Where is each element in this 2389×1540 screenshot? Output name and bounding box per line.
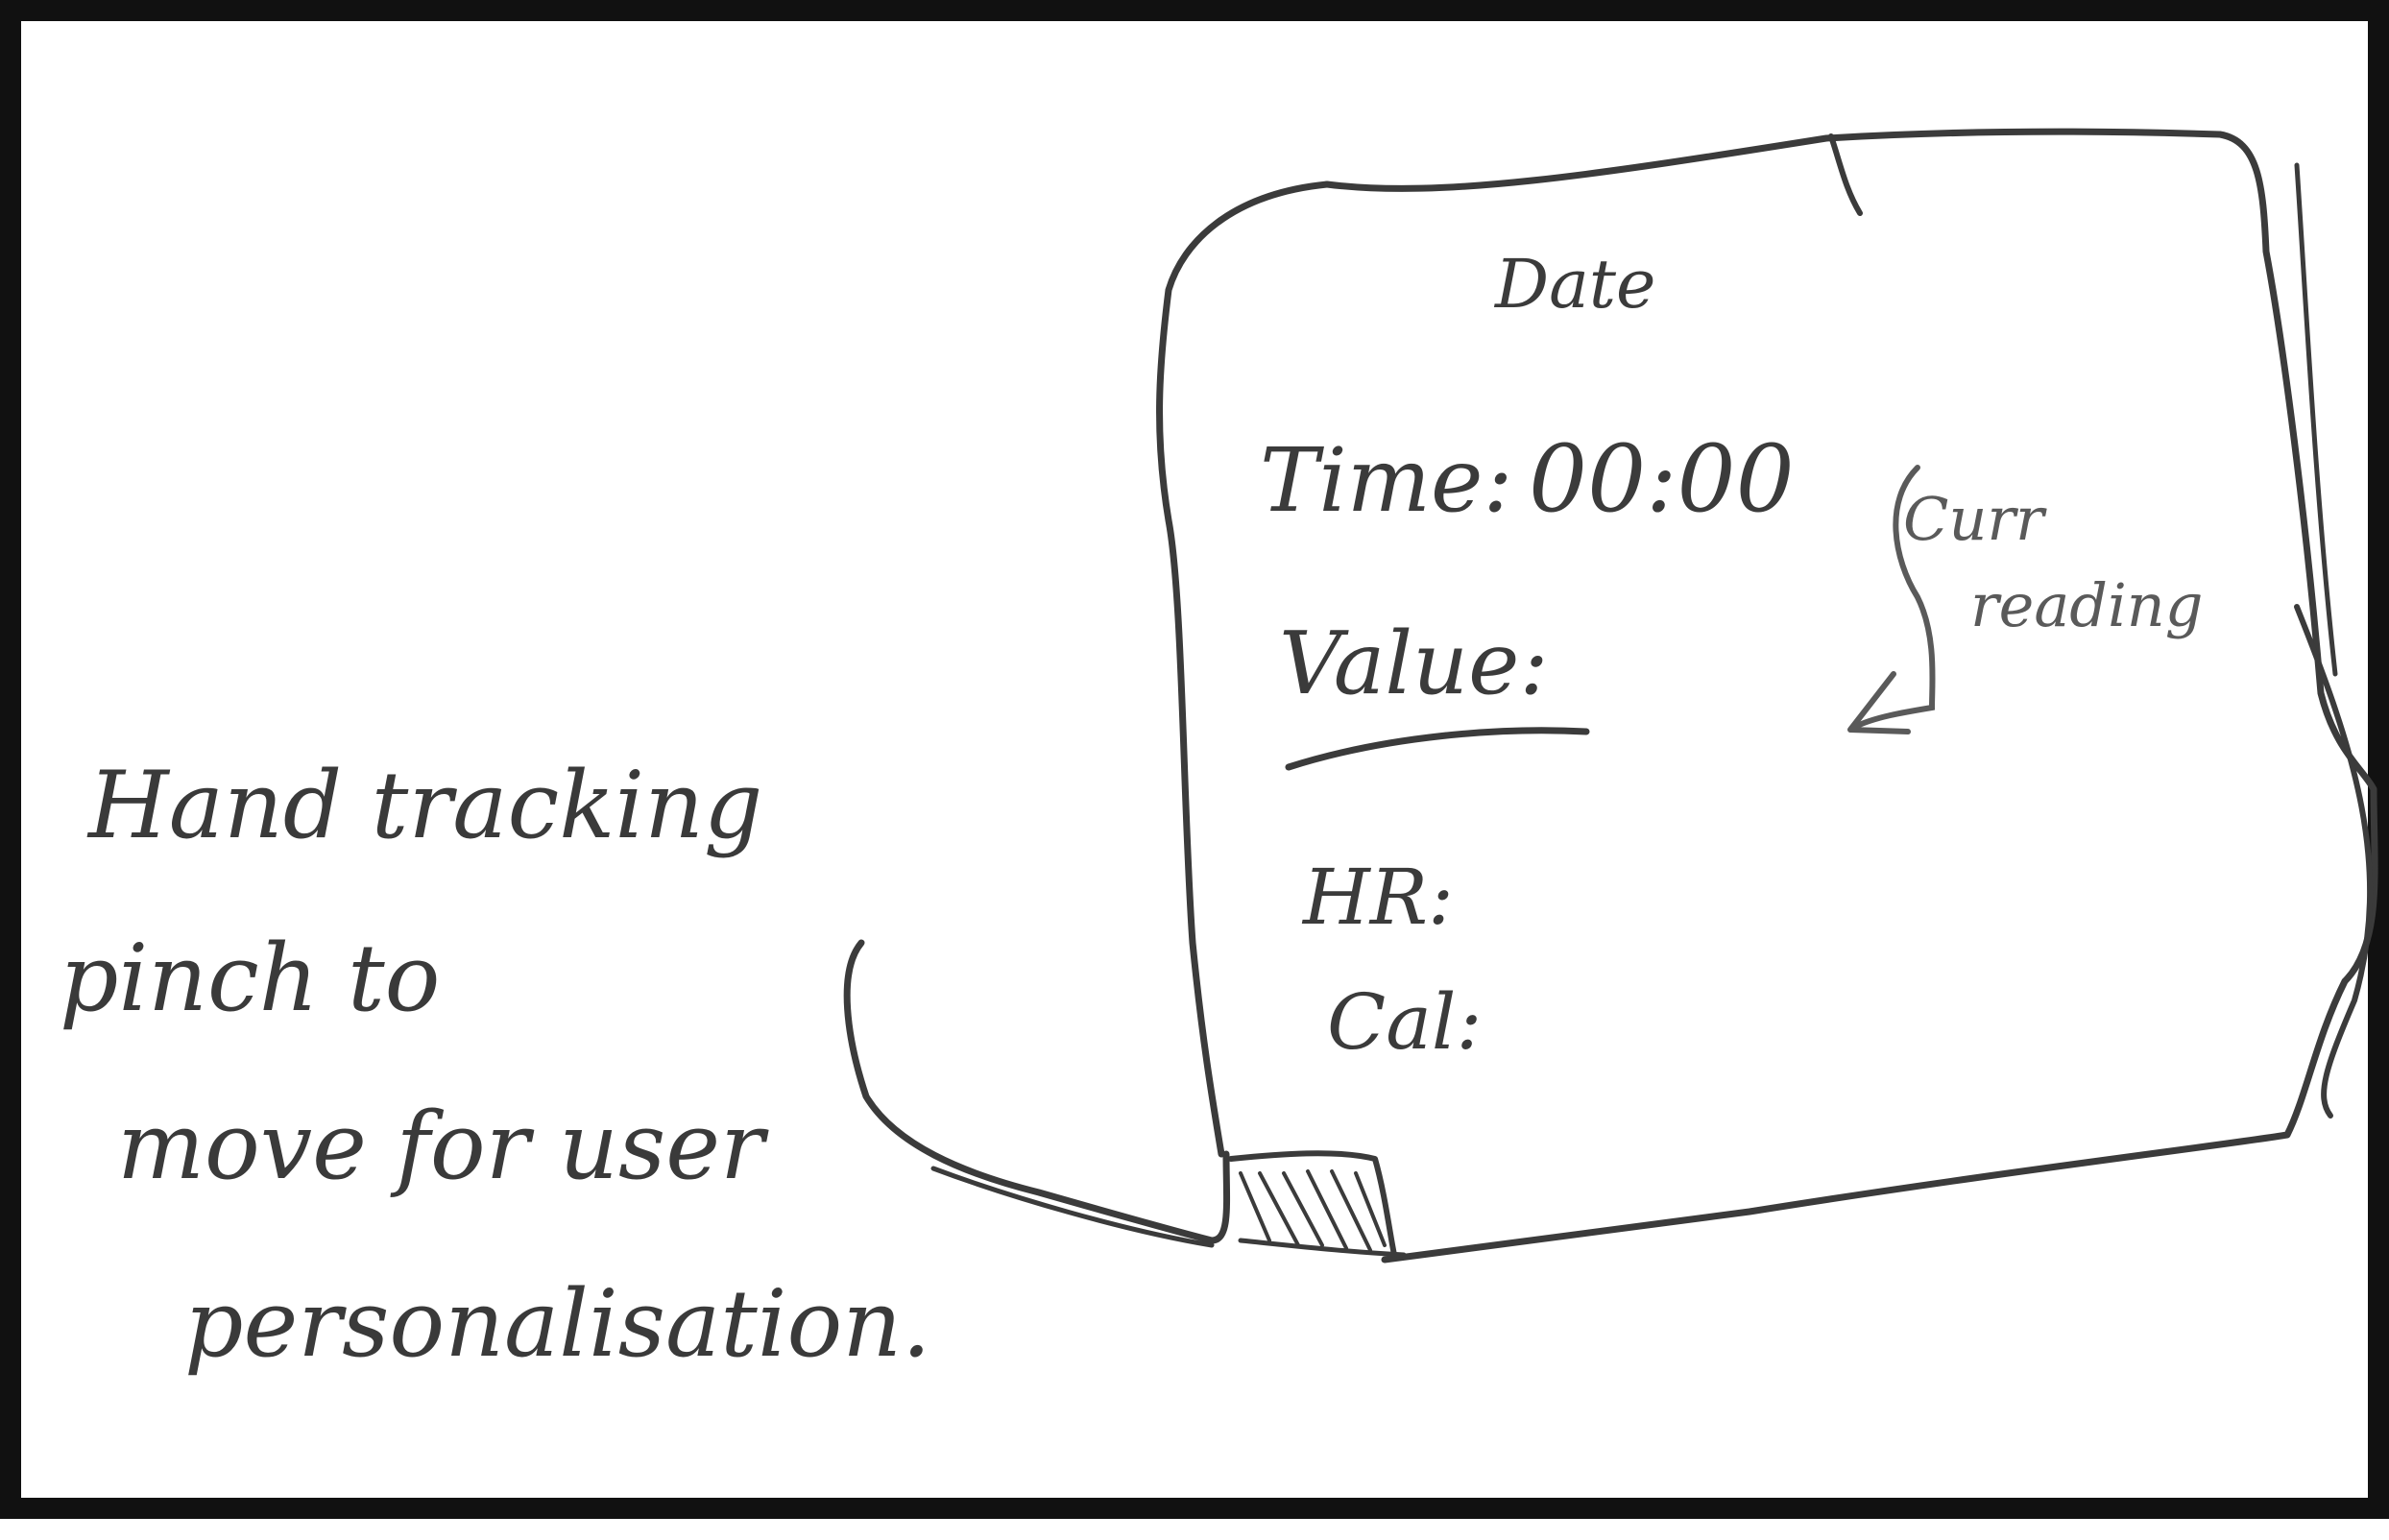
hr-label: HR: (1301, 853, 1454, 942)
sketch-canvas: Hand tracking pinch to move for user per… (60, 128, 2378, 1378)
note-line-1: Hand tracking (86, 752, 762, 859)
time-label: Time: (1260, 429, 1512, 532)
hand-tracking-note: Hand tracking pinch to move for user per… (60, 752, 931, 1378)
card-content: Date Time: 00:00 Value: HR: Cal: (1260, 245, 1795, 1067)
annotation-line-1: Curr (1903, 484, 2047, 554)
note-line-4: personalisation. (184, 1270, 931, 1378)
note-line-2: pinch to (60, 925, 440, 1032)
canvas-frame: Hand tracking pinch to move for user per… (0, 0, 2389, 1519)
time-value: 00:00 (1529, 425, 1795, 533)
arrow-head-icon (1847, 671, 1911, 734)
card-title: Date (1493, 245, 1655, 324)
current-reading-annotation: Curr reading (1847, 465, 2203, 734)
cal-label: Cal: (1327, 977, 1482, 1067)
annotation-line-2: reading (1970, 570, 2203, 640)
value-label: Value: (1279, 614, 1549, 714)
note-line-3: move for user (117, 1093, 769, 1200)
